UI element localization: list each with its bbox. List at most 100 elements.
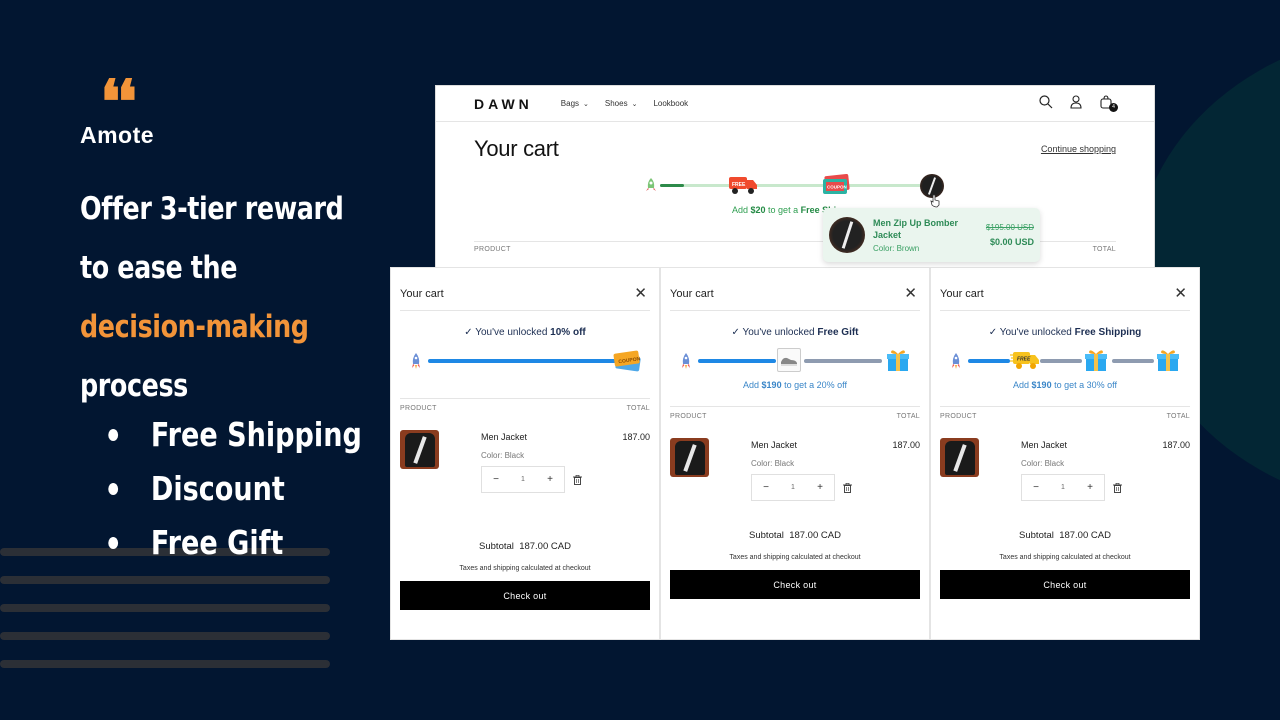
store-header: DAWN Bags ⌄ Shoes ⌄ Lookbook 4 [436, 86, 1154, 122]
unlock-message: ✓ You've unlocked Free Shipping [988, 327, 1142, 338]
brand-name: Amote [80, 122, 155, 148]
search-icon[interactable] [1038, 94, 1054, 110]
progress-fill [660, 184, 684, 187]
reward-hint: Add $190 to get a 20% off [743, 380, 847, 390]
close-icon[interactable]: ✕ [1174, 276, 1190, 302]
rocket-icon [952, 353, 960, 369]
quantity-input[interactable]: 1 [521, 476, 525, 483]
decrease-quantity-button[interactable]: − [493, 474, 499, 485]
product-image[interactable] [400, 430, 439, 469]
checkout-button[interactable]: Check out [670, 570, 920, 599]
close-icon[interactable]: ✕ [634, 276, 650, 302]
unlock-message: ✓ You've unlocked Free Gift [731, 327, 859, 338]
storefront-cart-page: DAWN Bags ⌄ Shoes ⌄ Lookbook 4 Your cart C… [435, 85, 1155, 270]
chevron-down-icon: ⌄ [583, 101, 589, 108]
feature-label: Free Gift [150, 523, 284, 562]
drawer-title: Your cart [400, 287, 444, 300]
cart-count-badge: 4 [1109, 103, 1118, 112]
subtotal: Subtotal 187.00 CAD [1019, 530, 1111, 541]
cart-column-headers: PRODUCT TOTAL [940, 406, 1190, 420]
drawer-header: Your cart ✕ [940, 268, 1190, 311]
nav-item-shoes[interactable]: Shoes ⌄ [605, 99, 638, 108]
gift-original-price: $195.00 USD [985, 223, 1034, 232]
coupon-icon: COUPON [823, 174, 850, 194]
line-item-total: 187.00 [622, 432, 650, 442]
free-gift-tooltip: Men Zip Up Bomber Jacket Color: Brown $1… [823, 208, 1040, 262]
cart-drawer-2: Your cart ✕ ✓ You've unlocked Free Gift … [660, 267, 930, 640]
subtotal: Subtotal 187.00 CAD [479, 541, 571, 552]
check-icon: ✓ [731, 327, 743, 338]
store-logo[interactable]: DAWN [474, 96, 533, 112]
trash-icon[interactable] [843, 482, 852, 493]
product-variant: Color: Black [1021, 459, 1065, 468]
cart-drawer-1: Your cart ✕ ✓ You've unlocked 10% off CO… [390, 267, 660, 640]
bullet-icon [108, 429, 119, 441]
cart-drawer-3: Your cart ✕ ✓ You've unlocked Free Shipp… [930, 267, 1200, 640]
close-icon[interactable]: ✕ [904, 276, 920, 302]
decrease-quantity-button[interactable]: − [763, 482, 769, 493]
product-name[interactable]: Men Jacket [751, 440, 852, 450]
product-image[interactable] [940, 438, 979, 477]
reward-hint: Add $20 to get a Free Shi [732, 205, 837, 215]
progress-fill [428, 359, 616, 363]
quantity-input[interactable]: 1 [791, 484, 795, 491]
drawer-header: Your cart ✕ [670, 268, 920, 311]
progress-fill [968, 359, 1010, 363]
feature-list: Free Shipping Discount Free Gift [105, 408, 362, 570]
column-product: PRODUCT [940, 413, 977, 420]
product-name[interactable]: Men Jacket [481, 432, 582, 442]
product-name[interactable]: Men Jacket [1021, 440, 1122, 450]
nav-item-lookbook[interactable]: Lookbook [653, 99, 688, 108]
subtotal: Subtotal 187.00 CAD [749, 530, 841, 541]
check-icon: ✓ [464, 327, 476, 338]
quantity-input[interactable]: 1 [1061, 484, 1065, 491]
svg-text:FREE: FREE [1017, 357, 1031, 363]
free-shipping-truck-icon: FREE [729, 177, 757, 194]
cart-column-headers: PRODUCT TOTAL [670, 406, 920, 420]
unlock-message: ✓ You've unlocked 10% off [464, 327, 586, 338]
column-product: PRODUCT [670, 413, 707, 420]
product-variant: Color: Black [481, 451, 525, 460]
product-image[interactable] [670, 438, 709, 477]
line-item-total: 187.00 [1162, 440, 1190, 450]
page-title: Your cart [474, 136, 559, 161]
progress-track [1112, 359, 1154, 363]
progress-track [1040, 359, 1082, 363]
column-total: TOTAL [1092, 246, 1116, 253]
taxes-note: Taxes and shipping calculated at checkou… [459, 565, 591, 572]
account-icon[interactable] [1068, 94, 1084, 110]
rocket-icon [682, 353, 690, 369]
shoe-icon [781, 357, 797, 366]
continue-shopping-link[interactable]: Continue shopping [1041, 144, 1116, 154]
increase-quantity-button[interactable]: + [1087, 482, 1093, 493]
gift-icon [887, 350, 909, 371]
coupon-icon: COUPON [613, 350, 641, 372]
taxes-note: Taxes and shipping calculated at checkou… [729, 554, 861, 561]
svg-text:COUPON: COUPON [827, 185, 847, 190]
reward-progress-bar: FREE COUPON [646, 174, 946, 208]
increase-quantity-button[interactable]: + [817, 482, 823, 493]
checkout-button[interactable]: Check out [400, 581, 650, 610]
product-variant: Color: Black [751, 459, 795, 468]
increase-quantity-button[interactable]: + [547, 474, 553, 485]
cart-button[interactable]: 4 [1098, 94, 1118, 112]
column-total: TOTAL [896, 413, 920, 420]
bullet-icon [108, 483, 119, 495]
free-gift-shoe-thumb[interactable] [777, 348, 801, 372]
trash-icon[interactable] [573, 474, 582, 485]
reward-progress-bar [670, 348, 920, 374]
decrease-quantity-button[interactable]: − [1033, 482, 1039, 493]
feature-label: Free Shipping [150, 415, 362, 454]
pointer-cursor-icon [930, 194, 940, 208]
quantity-stepper: − 1 + [751, 474, 835, 501]
trash-icon[interactable] [1113, 482, 1122, 493]
column-product: PRODUCT [400, 405, 437, 412]
cart-line-item: Men Jacket Color: Black − 1 + 187.00 [670, 438, 920, 508]
free-shipping-truck-icon: FREE [1010, 352, 1039, 369]
nav-item-bags[interactable]: Bags ⌄ [561, 99, 589, 108]
reward-hint: Add $190 to get a 30% off [1013, 380, 1117, 390]
cart-column-headers: PRODUCT TOTAL [400, 398, 650, 412]
check-icon: ✓ [988, 327, 1000, 338]
feature-label: Discount [150, 469, 285, 508]
checkout-button[interactable]: Check out [940, 570, 1190, 599]
